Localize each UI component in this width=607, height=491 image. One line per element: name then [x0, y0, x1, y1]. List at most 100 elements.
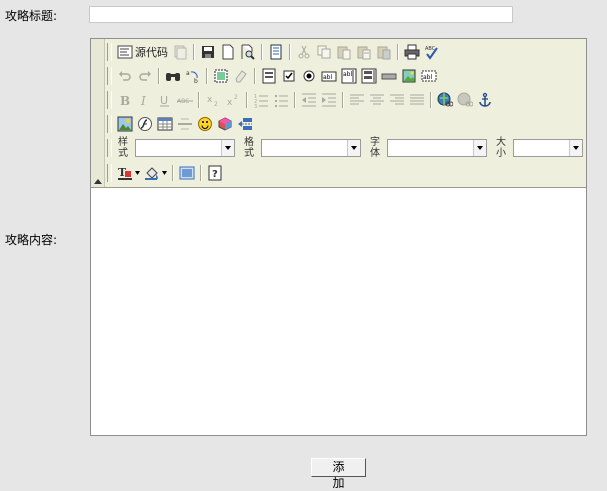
table-button[interactable]: [155, 114, 175, 134]
select-all-button[interactable]: [211, 66, 231, 86]
new-document-button[interactable]: [218, 42, 238, 62]
image-button-button[interactable]: [399, 66, 419, 86]
text-color-button[interactable]: T: [115, 163, 142, 183]
unordered-list-button[interactable]: [271, 90, 291, 110]
title-input[interactable]: [89, 6, 513, 23]
align-left-button[interactable]: [347, 90, 367, 110]
unordered-list-icon: [275, 95, 288, 107]
paste-button[interactable]: [334, 42, 354, 62]
templates-button[interactable]: [266, 42, 286, 62]
remove-format-icon: [235, 70, 247, 83]
remove-format-button[interactable]: [231, 66, 251, 86]
link-button[interactable]: [435, 90, 455, 110]
checkbox-button[interactable]: [279, 66, 299, 86]
spellcheck-button[interactable]: ABC: [422, 42, 442, 62]
toolbar-separator: [261, 44, 263, 60]
horizontal-rule-button[interactable]: [175, 114, 195, 134]
strikethrough-button[interactable]: ABC: [175, 90, 195, 110]
outdent-button[interactable]: [299, 90, 319, 110]
format-label: 格 式: [241, 137, 257, 159]
align-center-icon: [370, 94, 384, 105]
flash-button[interactable]: [135, 114, 155, 134]
title-label: 攻略标题:: [5, 9, 58, 23]
paste-word-button[interactable]: [374, 42, 394, 62]
source-button[interactable]: 源代码: [115, 42, 170, 62]
italic-button[interactable]: I: [135, 90, 155, 110]
show-blocks-button[interactable]: [177, 163, 197, 183]
chevron-down-icon[interactable]: [221, 140, 234, 156]
text-color-icon: T: [118, 166, 132, 180]
paste-text-button[interactable]: [354, 42, 374, 62]
rich-text-editor: 源代码 ABC ab abl abl abl B I U x 2 x 2 1 2…: [90, 38, 587, 436]
image-button[interactable]: [115, 114, 135, 134]
editor-content-area[interactable]: [91, 188, 586, 435]
form-button[interactable]: [259, 66, 279, 86]
font-select[interactable]: [387, 139, 487, 157]
toolbar-collapse-handle[interactable]: [91, 39, 105, 187]
size-label: 大 小: [493, 137, 509, 159]
undo-button[interactable]: [115, 66, 135, 86]
toolbar-separator: [254, 68, 256, 84]
smiley-button[interactable]: [195, 114, 215, 134]
source-button-label: 源代码: [135, 46, 168, 59]
subscript-button[interactable]: x2: [203, 90, 223, 110]
find-icon: [166, 73, 180, 81]
add-button[interactable]: 添 加: [311, 458, 366, 490]
style-select[interactable]: [135, 139, 235, 157]
toolbar-row-4: [105, 113, 255, 135]
toolbar-separator: [430, 92, 432, 108]
toolbar-separator: [198, 92, 200, 108]
chevron-down-icon[interactable]: [347, 140, 360, 156]
toolbar-row-3: B I U ABC x2 x2 123: [105, 89, 495, 111]
align-justify-button[interactable]: [407, 90, 427, 110]
save-button[interactable]: [198, 42, 218, 62]
templates-icon: [270, 44, 282, 60]
chevron-down-icon: [135, 171, 140, 175]
hidden-field-icon: abl: [421, 70, 437, 82]
size-label-top: 大: [496, 137, 506, 148]
redo-button[interactable]: [135, 66, 155, 86]
background-color-button[interactable]: [142, 163, 169, 183]
about-button[interactable]: ?: [205, 163, 225, 183]
radio-button[interactable]: [299, 66, 319, 86]
print-button[interactable]: [402, 42, 422, 62]
special-char-button[interactable]: [215, 114, 235, 134]
outdent-icon: [302, 93, 316, 107]
align-right-button[interactable]: [387, 90, 407, 110]
cut-button[interactable]: [294, 42, 314, 62]
page-break-button[interactable]: [235, 114, 255, 134]
bold-button[interactable]: B: [115, 90, 135, 110]
indent-icon: [322, 93, 336, 107]
underline-button[interactable]: U: [155, 90, 175, 110]
preview-icon: [241, 44, 255, 60]
font-label-bottom: 体: [370, 148, 380, 159]
form-icon: [262, 68, 276, 84]
button-field-icon: [381, 73, 397, 80]
toolbar-separator: [200, 165, 202, 181]
unlink-button[interactable]: [455, 90, 475, 110]
anchor-button[interactable]: [475, 90, 495, 110]
size-select-value: [514, 140, 569, 156]
superscript-button[interactable]: x2: [223, 90, 243, 110]
indent-button[interactable]: [319, 90, 339, 110]
textarea-button[interactable]: abl: [339, 66, 359, 86]
new-page-button[interactable]: [170, 42, 190, 62]
chevron-down-icon[interactable]: [569, 140, 582, 156]
copy-button[interactable]: [314, 42, 334, 62]
select-field-button[interactable]: [359, 66, 379, 86]
chevron-down-icon: [162, 171, 167, 175]
align-center-button[interactable]: [367, 90, 387, 110]
textfield-button[interactable]: abl: [319, 66, 339, 86]
chevron-down-icon[interactable]: [473, 140, 486, 156]
new-document-icon: [222, 44, 234, 60]
size-select[interactable]: [513, 139, 583, 157]
find-button[interactable]: [163, 66, 183, 86]
preview-button[interactable]: [238, 42, 258, 62]
button-field-button[interactable]: [379, 66, 399, 86]
replace-button[interactable]: ab: [183, 66, 203, 86]
spellcheck-icon: ABC: [425, 46, 438, 60]
ordered-list-button[interactable]: 123: [251, 90, 271, 110]
align-right-icon: [390, 94, 404, 105]
hidden-field-button[interactable]: abl: [419, 66, 439, 86]
format-select[interactable]: [261, 139, 361, 157]
